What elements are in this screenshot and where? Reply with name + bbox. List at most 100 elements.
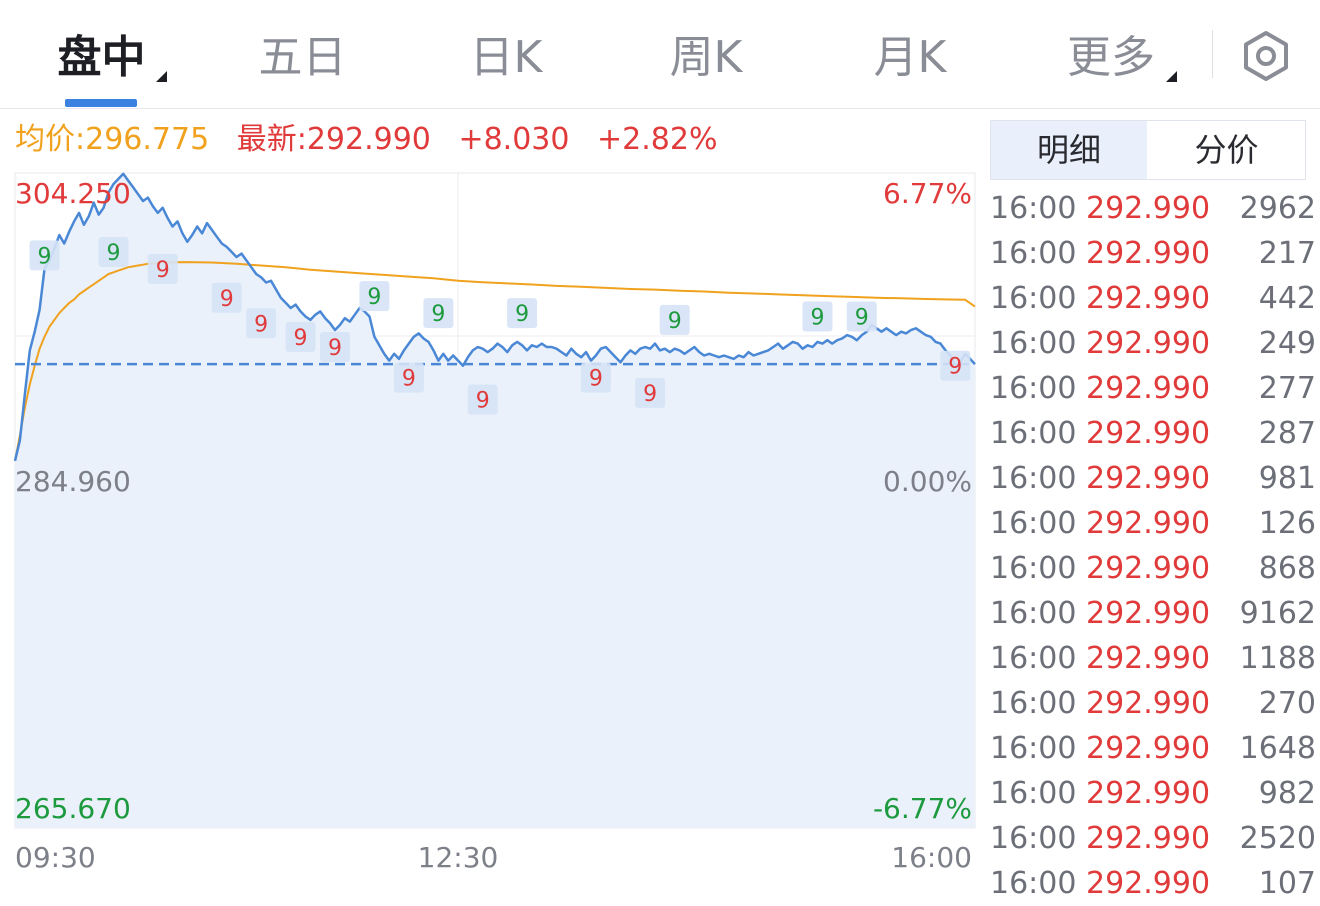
signal-marker-label: 9 bbox=[328, 336, 342, 361]
price-change-pct: +2.82% bbox=[597, 122, 718, 157]
trade-row: 16:00 292.990 1648 bbox=[990, 726, 1320, 771]
y-label-top: 304.250 bbox=[15, 177, 131, 210]
buy-signal-marker: 9 bbox=[29, 240, 60, 271]
trade-price: 292.990 bbox=[1086, 821, 1211, 856]
trade-price: 292.990 bbox=[1086, 236, 1211, 271]
trade-row: 16:00 292.990 2520 bbox=[990, 816, 1320, 861]
trade-price: 292.990 bbox=[1086, 461, 1211, 496]
signal-marker-label: 9 bbox=[668, 309, 682, 334]
trade-price: 292.990 bbox=[1086, 596, 1211, 631]
settings-hexagon-icon[interactable] bbox=[1238, 28, 1294, 84]
trade-volume: 126 bbox=[1258, 506, 1316, 541]
trade-row: 16:00 292.990 270 bbox=[990, 681, 1320, 726]
tab-more-label: 更多 bbox=[1067, 32, 1155, 83]
sell-signal-marker: 9 bbox=[940, 350, 971, 381]
chart-frame bbox=[14, 172, 976, 829]
period-tabs: 盘中 五日 日K 周K 月K 更多 bbox=[0, 0, 1320, 109]
trade-time: 16:00 bbox=[990, 236, 1077, 271]
trade-row: 16:00 292.990 1188 bbox=[990, 636, 1320, 681]
trade-price: 292.990 bbox=[1086, 686, 1211, 721]
active-tab-indicator bbox=[65, 99, 137, 107]
trade-volume: 217 bbox=[1258, 236, 1316, 271]
price-area-fill bbox=[15, 173, 975, 829]
trade-row: 16:00 292.990 217 bbox=[990, 231, 1320, 276]
buy-signal-marker: 9 bbox=[423, 298, 454, 329]
signal-marker-label: 9 bbox=[431, 302, 445, 327]
tab-five-day[interactable]: 五日 bbox=[255, 28, 350, 88]
tab-detail[interactable]: 明细 bbox=[991, 121, 1147, 179]
tab-price-distribution[interactable]: 分价 bbox=[1148, 121, 1305, 179]
signal-marker-label: 9 bbox=[810, 305, 824, 330]
trade-time: 16:00 bbox=[990, 371, 1077, 406]
trade-time: 16:00 bbox=[990, 596, 1077, 631]
buy-signal-marker: 9 bbox=[98, 236, 129, 267]
trade-row: 16:00 292.990 277 bbox=[990, 366, 1320, 411]
tab-more[interactable]: 更多 bbox=[1063, 28, 1177, 88]
trade-volume: 287 bbox=[1258, 416, 1316, 451]
trade-row: 16:00 292.990 107 bbox=[990, 861, 1320, 906]
trade-volume: 868 bbox=[1258, 551, 1316, 586]
trade-volume: 107 bbox=[1258, 866, 1316, 901]
tab-month-k-label: 月K bbox=[873, 32, 947, 83]
tab-intraday[interactable]: 盘中 bbox=[54, 28, 167, 88]
trade-price: 292.990 bbox=[1086, 551, 1211, 586]
trade-time: 16:00 bbox=[990, 686, 1077, 721]
trade-row: 16:00 292.990 126 bbox=[990, 501, 1320, 546]
trade-price: 292.990 bbox=[1086, 866, 1211, 901]
trade-time: 16:00 bbox=[990, 281, 1077, 316]
trade-price: 292.990 bbox=[1086, 506, 1211, 541]
trade-time: 16:00 bbox=[990, 416, 1077, 451]
tab-month-k[interactable]: 月K bbox=[870, 28, 950, 88]
price-change: +8.030 bbox=[458, 122, 570, 157]
price-line bbox=[13, 172, 976, 462]
x-tick-start: 09:30 bbox=[15, 841, 96, 874]
trade-volume: 9162 bbox=[1239, 596, 1316, 631]
buy-signal-marker: 9 bbox=[359, 281, 390, 312]
sell-signal-marker: 9 bbox=[635, 377, 666, 408]
y-label-bottom: 265.670 bbox=[15, 792, 131, 825]
trade-time: 16:00 bbox=[990, 821, 1077, 856]
signal-marker-label: 9 bbox=[156, 258, 170, 283]
trade-volume: 1188 bbox=[1239, 641, 1316, 676]
trade-price: 292.990 bbox=[1086, 191, 1211, 226]
buy-signal-marker: 9 bbox=[846, 301, 877, 332]
trade-time: 16:00 bbox=[990, 506, 1077, 541]
trade-time: 16:00 bbox=[990, 641, 1077, 676]
signal-marker-label: 9 bbox=[220, 287, 234, 312]
trade-time: 16:00 bbox=[990, 326, 1077, 361]
trade-price: 292.990 bbox=[1086, 641, 1211, 676]
signal-marker-label: 9 bbox=[294, 326, 308, 351]
trade-row: 16:00 292.990 982 bbox=[990, 771, 1320, 816]
sell-signal-marker: 9 bbox=[393, 362, 424, 393]
trade-volume: 277 bbox=[1258, 371, 1316, 406]
signal-marker-label: 9 bbox=[402, 367, 416, 392]
caret-icon bbox=[1166, 71, 1177, 82]
tab-day-k[interactable]: 日K bbox=[466, 28, 546, 88]
quote-summary: 均价:296.775 最新:292.990 +8.030 +2.82% bbox=[15, 118, 735, 162]
pct-label-mid: 0.00% bbox=[883, 465, 972, 498]
buy-signal-marker: 9 bbox=[802, 301, 833, 332]
tab-week-k[interactable]: 周K bbox=[664, 28, 748, 88]
trade-row: 16:00 292.990 249 bbox=[990, 321, 1320, 366]
sell-signal-marker: 9 bbox=[246, 308, 277, 339]
trade-volume: 982 bbox=[1258, 776, 1316, 811]
trade-volume: 1648 bbox=[1239, 731, 1316, 766]
detail-segment-control: 明细 分价 bbox=[990, 120, 1306, 180]
trade-time: 16:00 bbox=[990, 461, 1077, 496]
buy-signal-marker: 9 bbox=[659, 304, 690, 335]
trade-price: 292.990 bbox=[1086, 281, 1211, 316]
avg-price-line bbox=[14, 261, 976, 461]
signal-marker-label: 9 bbox=[948, 355, 962, 380]
signal-marker-label: 9 bbox=[106, 241, 120, 266]
trade-price: 292.990 bbox=[1086, 776, 1211, 811]
caret-icon bbox=[156, 71, 167, 82]
latest-price: 最新:292.990 bbox=[236, 122, 431, 157]
trade-time: 16:00 bbox=[990, 776, 1077, 811]
trade-time: 16:00 bbox=[990, 551, 1077, 586]
tab-intraday-label: 盘中 bbox=[57, 32, 146, 83]
sell-signal-marker: 9 bbox=[467, 384, 498, 415]
signal-marker-label: 9 bbox=[254, 312, 268, 337]
trade-row: 16:00 292.990 442 bbox=[990, 276, 1320, 321]
trade-row: 16:00 292.990 981 bbox=[990, 456, 1320, 501]
trade-volume: 2520 bbox=[1239, 821, 1316, 856]
